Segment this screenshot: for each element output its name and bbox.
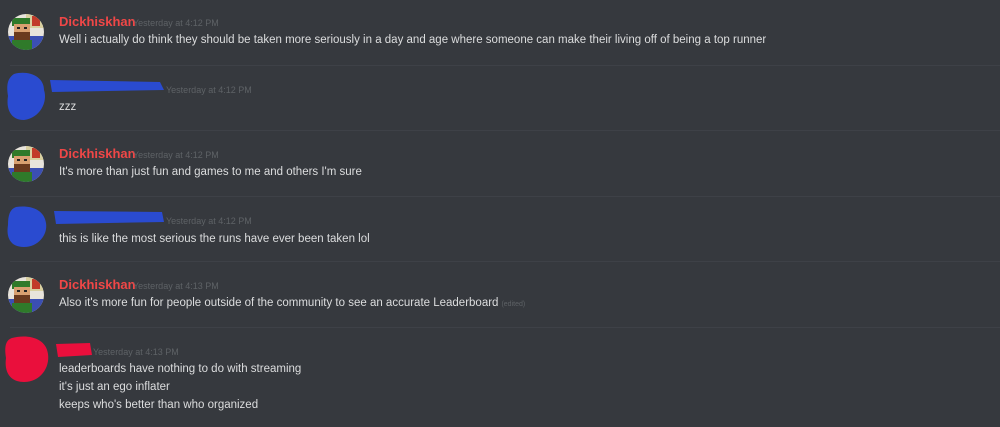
- message-author[interactable]: Dickhiskhan: [59, 146, 136, 161]
- message-group: Dickhiskhan Yesterday at 4:13 PM Also it…: [0, 262, 1000, 327]
- redacted-avatar-scribble: [4, 205, 50, 249]
- redacted-username-scribble: [48, 76, 166, 96]
- message-timestamp: Yesterday at 4:12 PM: [166, 85, 252, 95]
- message-text: zzz: [59, 101, 77, 113]
- message-text: It's more than just fun and games to me …: [59, 166, 362, 178]
- message-group: Yesterday at 4:13 PM leaderboards have n…: [0, 328, 1000, 427]
- message-timestamp: Yesterday at 4:12 PM: [133, 150, 219, 160]
- avatar[interactable]: [8, 277, 44, 313]
- message-text: keeps who's better than who organized: [59, 399, 259, 411]
- message-group: Yesterday at 4:12 PM zzz: [0, 66, 1000, 130]
- message-timestamp: Yesterday at 4:13 PM: [133, 281, 219, 291]
- message-text-content: Also it's more fun for people outside of…: [59, 297, 499, 309]
- redacted-avatar-scribble: [2, 334, 52, 384]
- message-author[interactable]: Dickhiskhan: [59, 277, 136, 292]
- pixel-character-avatar-icon: [8, 146, 44, 182]
- edited-label: (edited): [501, 301, 526, 308]
- message-text: leaderboards have nothing to do with str…: [59, 363, 302, 375]
- pixel-character-avatar-icon: [8, 277, 44, 313]
- redacted-username-scribble: [54, 341, 94, 359]
- message-group: Dickhiskhan Yesterday at 4:12 PM Well i …: [0, 0, 1000, 65]
- message-group: Yesterday at 4:12 PM this is like the mo…: [0, 197, 1000, 261]
- pixel-character-avatar-icon: [8, 14, 44, 50]
- message-author[interactable]: Dickhiskhan: [59, 14, 136, 29]
- avatar[interactable]: [8, 14, 44, 50]
- message-text: it's just an ego inflater: [59, 381, 170, 393]
- chat-message-list: Dickhiskhan Yesterday at 4:12 PM Well i …: [0, 0, 1000, 427]
- avatar[interactable]: [8, 146, 44, 182]
- message-group: Dickhiskhan Yesterday at 4:12 PM It's mo…: [0, 131, 1000, 196]
- redacted-avatar-scribble: [4, 70, 50, 122]
- message-timestamp: Yesterday at 4:12 PM: [133, 18, 219, 28]
- message-timestamp: Yesterday at 4:12 PM: [166, 216, 252, 226]
- message-text: Well i actually do think they should be …: [59, 34, 767, 46]
- message-timestamp: Yesterday at 4:13 PM: [93, 347, 179, 357]
- message-text: Also it's more fun for people outside of…: [59, 297, 525, 309]
- message-text: this is like the most serious the runs h…: [59, 233, 370, 245]
- redacted-username-scribble: [52, 208, 166, 228]
